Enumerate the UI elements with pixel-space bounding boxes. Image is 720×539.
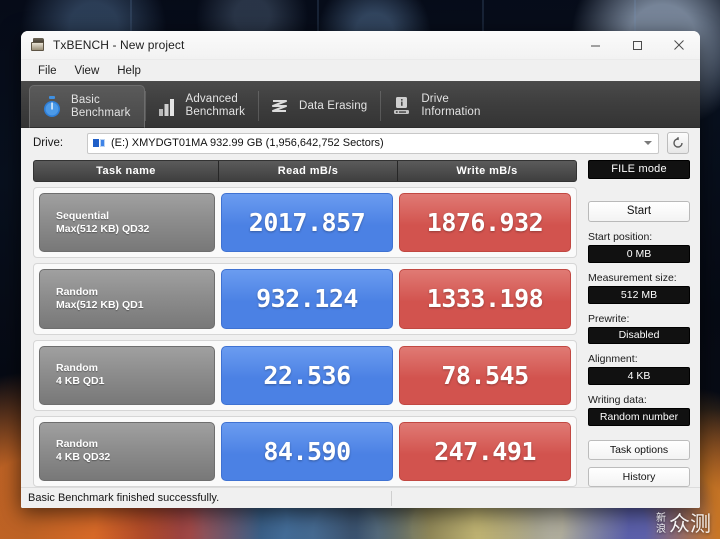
drive-info-icon — [391, 94, 413, 118]
write-value: 1333.198 — [399, 269, 571, 329]
status-message: Basic Benchmark finished successfully. — [28, 492, 220, 504]
window-title: TxBENCH - New project — [53, 38, 185, 52]
table-row: Random 4 KB QD32 84.590 247.491 — [33, 415, 577, 487]
history-button[interactable]: History — [588, 467, 690, 487]
status-bar: Basic Benchmark finished successfully. — [21, 487, 700, 508]
task-name-line2: 4 KB QD32 — [56, 451, 111, 464]
alignment-label: Alignment: — [588, 353, 638, 366]
results-header-row: Task name Read mB/s Write mB/s — [33, 160, 577, 182]
watermark-big-text: 众测 — [669, 512, 711, 536]
writing-data-label: Writing data: — [588, 394, 647, 407]
task-button[interactable]: Sequential Max(512 KB) QD32 — [39, 193, 215, 253]
chevron-down-icon[interactable] — [644, 141, 652, 145]
read-value: 84.590 — [221, 421, 393, 481]
table-row: Random Max(512 KB) QD1 932.124 1333.198 — [33, 263, 577, 335]
refresh-icon[interactable] — [667, 132, 689, 154]
task-button[interactable]: Random 4 KB QD1 — [39, 345, 215, 405]
write-value: 247.491 — [399, 421, 571, 481]
tab-data-erasing[interactable]: Data Erasing — [258, 85, 380, 127]
task-name-line1: Sequential — [56, 209, 110, 222]
drive-icon — [93, 138, 106, 149]
writing-data-value[interactable]: Random number — [588, 408, 690, 427]
write-value: 1876.932 — [399, 193, 571, 253]
measurement-size-label: Measurement size: — [588, 271, 677, 284]
tab-label: Data Erasing — [299, 99, 368, 112]
txbench-app-icon — [30, 37, 46, 53]
tab-advanced-benchmark[interactable]: Advanced Benchmark — [144, 85, 259, 127]
close-icon[interactable] — [658, 31, 700, 60]
table-row: Random 4 KB QD1 22.536 78.545 — [33, 339, 577, 411]
prewrite-value[interactable]: Disabled — [588, 326, 690, 345]
write-value: 78.545 — [399, 345, 571, 405]
bar-chart-icon — [156, 94, 178, 118]
drive-label: Drive: — [33, 137, 64, 149]
task-name-line1: Random — [56, 362, 98, 375]
window-controls — [574, 31, 700, 60]
watermark: 新 浪 众测 — [656, 513, 711, 535]
content-area: Drive: (E:) XMYDGT01MA 932.99 GB (1,956,… — [21, 128, 700, 508]
wave-icon — [269, 94, 291, 118]
column-header-write: Write mB/s — [456, 165, 518, 177]
task-name-line1: Random — [56, 285, 98, 298]
menu-item-view[interactable]: View — [66, 64, 109, 78]
start-button[interactable]: Start — [588, 200, 690, 222]
maximize-icon[interactable] — [616, 31, 658, 60]
status-divider — [391, 490, 392, 506]
task-name-line2: 4 KB QD1 — [56, 375, 105, 388]
measurement-size-value[interactable]: 512 MB — [588, 285, 690, 304]
drive-selection-row: Drive: (E:) XMYDGT01MA 932.99 GB (1,956,… — [21, 128, 700, 158]
read-value: 932.124 — [221, 269, 393, 329]
task-name-line2: Max(512 KB) QD32 — [56, 222, 150, 235]
minimize-icon[interactable] — [574, 31, 616, 60]
settings-sidebar: FILE mode Start Start position: 0 MB Mea… — [588, 158, 700, 487]
read-value: 22.536 — [221, 345, 393, 405]
drive-selected-value: (E:) XMYDGT01MA 932.99 GB (1,956,642,752… — [111, 137, 384, 149]
task-button[interactable]: Random Max(512 KB) QD1 — [39, 269, 215, 329]
column-header-task-name: Task name — [34, 161, 219, 181]
menu-item-help[interactable]: Help — [108, 64, 150, 78]
txbench-window: TxBENCH - New project File View Help Bas… — [21, 31, 700, 508]
file-mode-indicator[interactable]: FILE mode — [588, 160, 690, 179]
stopwatch-icon — [41, 95, 63, 119]
results-rows: Sequential Max(512 KB) QD32 2017.857 187… — [33, 187, 577, 487]
prewrite-label: Prewrite: — [588, 312, 630, 325]
menu-item-file[interactable]: File — [29, 64, 66, 78]
task-name-line1: Random — [56, 438, 98, 451]
tab-label: Basic Benchmark — [71, 93, 131, 119]
watermark-small-text: 新 浪 — [656, 513, 666, 535]
drive-select[interactable]: (E:) XMYDGT01MA 932.99 GB (1,956,642,752… — [87, 132, 659, 154]
column-header-read: Read mB/s — [219, 161, 398, 181]
task-button[interactable]: Random 4 KB QD32 — [39, 421, 215, 481]
results-panel: Task name Read mB/s Write mB/s Sequentia… — [33, 158, 577, 487]
tab-label: Drive Information — [421, 93, 481, 118]
tab-basic-benchmark[interactable]: Basic Benchmark — [29, 85, 145, 128]
start-position-value[interactable]: 0 MB — [588, 244, 690, 263]
task-name-line2: Max(512 KB) QD1 — [56, 298, 144, 311]
tab-strip: Basic Benchmark Advanced Benchmark Data … — [21, 81, 700, 128]
tab-label: Advanced Benchmark — [185, 93, 246, 118]
task-options-button[interactable]: Task options — [588, 440, 690, 461]
alignment-value[interactable]: 4 KB — [588, 367, 690, 386]
main-area: Task name Read mB/s Write mB/s Sequentia… — [21, 158, 700, 487]
title-bar: TxBENCH - New project — [21, 31, 700, 60]
start-position-label: Start position: — [588, 230, 653, 243]
table-row: Sequential Max(512 KB) QD32 2017.857 187… — [33, 187, 577, 259]
menu-bar: File View Help — [21, 60, 700, 81]
read-value: 2017.857 — [221, 193, 393, 253]
tab-drive-information[interactable]: Drive Information — [380, 85, 493, 127]
